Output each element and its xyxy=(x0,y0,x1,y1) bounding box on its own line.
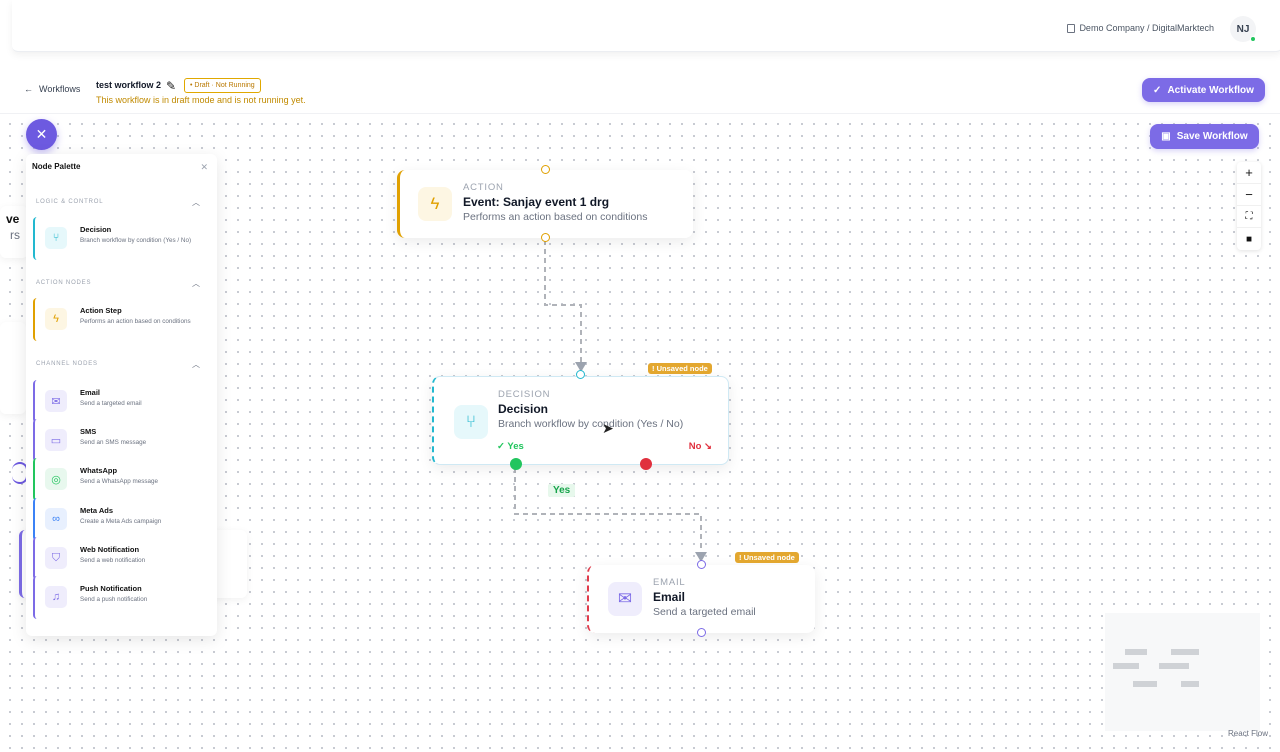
react-flow-attribution[interactable]: React Flow xyxy=(1228,729,1268,738)
email-output-handle[interactable] xyxy=(697,628,706,637)
action-input-handle[interactable] xyxy=(541,165,550,174)
no-branch-label: No ↘ xyxy=(688,441,712,452)
node-desc: Performs an action based on conditions xyxy=(463,211,648,223)
unsaved-badge: ! Unsaved node xyxy=(735,552,799,563)
branch-icon: ⑂ xyxy=(454,405,488,439)
node-type: EMAIL xyxy=(653,577,686,588)
yes-branch-label: ✓ Yes xyxy=(497,441,524,452)
edge-action-decision xyxy=(544,240,582,368)
no-output-handle[interactable] xyxy=(640,458,652,470)
mouse-cursor-icon: ➤ xyxy=(602,420,614,436)
node-desc: Send a targeted email xyxy=(653,606,756,618)
email-input-handle[interactable] xyxy=(697,560,706,569)
yes-output-handle[interactable] xyxy=(510,458,522,470)
minimap-node xyxy=(1181,681,1199,687)
lightning-icon: ϟ xyxy=(418,187,452,221)
node-desc: Branch workflow by condition (Yes / No) xyxy=(498,418,684,430)
minimap-node xyxy=(1113,663,1139,669)
minimap-node xyxy=(1133,681,1157,687)
node-title: Event: Sanjay event 1 drg xyxy=(463,195,610,209)
node-type: ACTION xyxy=(463,182,504,193)
minimap-node xyxy=(1125,649,1147,655)
unsaved-badge: ! Unsaved node xyxy=(648,363,712,374)
edge-decision-email xyxy=(514,468,702,556)
node-email[interactable]: ✉ EMAIL Email Send a targeted email xyxy=(587,565,815,633)
edge-label-yes: Yes xyxy=(548,484,576,497)
minimap-node xyxy=(1171,649,1199,655)
action-output-handle[interactable] xyxy=(541,233,550,242)
node-action[interactable]: ϟ ACTION Event: Sanjay event 1 drg Perfo… xyxy=(397,170,693,238)
minimap[interactable] xyxy=(1105,613,1260,731)
decision-input-handle[interactable] xyxy=(576,370,585,379)
minimap-node xyxy=(1159,663,1189,669)
node-decision[interactable]: ⑂ DECISION Decision Branch workflow by c… xyxy=(432,376,729,465)
mail-icon: ✉ xyxy=(608,582,642,616)
node-title: Decision xyxy=(498,402,549,416)
node-type: DECISION xyxy=(498,389,551,400)
node-title: Email xyxy=(653,590,686,604)
